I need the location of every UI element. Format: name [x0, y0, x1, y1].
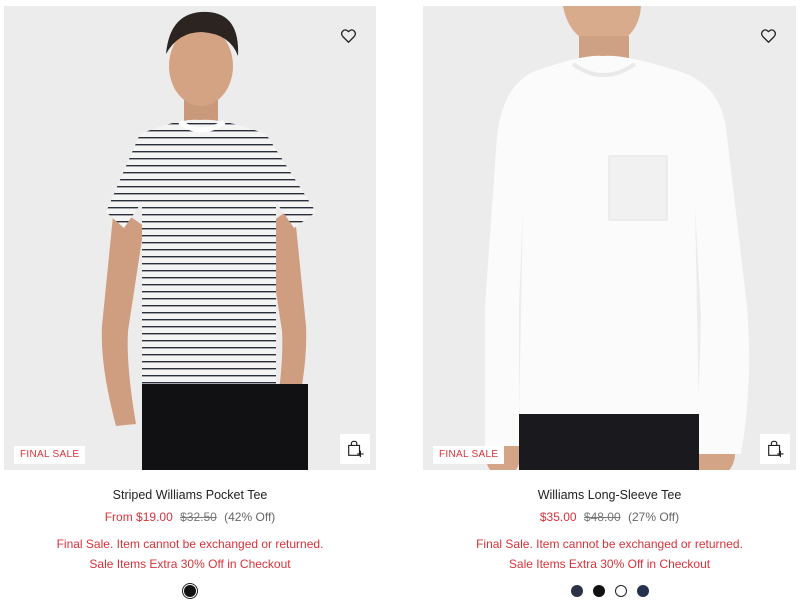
color-swatch[interactable] — [592, 585, 605, 597]
discount-percent: (27% Off) — [627, 510, 680, 524]
color-swatches — [423, 585, 796, 597]
bag-plus-icon — [348, 440, 364, 458]
color-swatch[interactable] — [570, 585, 583, 597]
final-sale-badge: FINAL SALE — [433, 446, 505, 464]
bag-plus-icon — [768, 440, 784, 458]
final-sale-badge: FINAL SALE — [14, 446, 86, 464]
sale-price: $35.00 — [539, 510, 577, 524]
quick-add-button[interactable] — [340, 434, 370, 464]
promo-note: Sale Items Extra 30% Off in Checkout — [89, 557, 291, 571]
color-swatch[interactable] — [184, 585, 196, 597]
final-sale-note: Final Sale. Item cannot be exchanged or … — [476, 537, 743, 551]
price-row: From $19.00 $32.50 (42% Off) — [4, 510, 376, 525]
original-price: $32.50 — [180, 510, 217, 524]
price-row: $35.00 $48.00 (27% Off) — [423, 510, 796, 525]
final-sale-note: Final Sale. Item cannot be exchanged or … — [56, 537, 324, 551]
product-card-striped-williams-pocket-tee[interactable]: FINAL SALE Striped Williams Pocket Tee F… — [4, 0, 376, 608]
model-striped-tee-illustration — [101, 11, 316, 470]
wishlist-button[interactable] — [756, 24, 780, 48]
wishlist-button[interactable] — [336, 24, 360, 48]
product-image[interactable]: FINAL SALE — [4, 6, 376, 470]
heart-outline-icon — [340, 29, 356, 43]
color-swatches — [4, 585, 376, 597]
original-price: $48.00 — [583, 510, 621, 524]
product-image[interactable]: FINAL SALE — [423, 6, 796, 470]
promo-note: Sale Items Extra 30% Off in Checkout — [508, 557, 711, 571]
product-title[interactable]: Williams Long-Sleeve Tee — [423, 487, 796, 503]
discount-percent: (42% Off) — [224, 510, 276, 524]
heart-outline-icon — [760, 29, 776, 43]
color-swatch[interactable] — [636, 585, 649, 597]
model-long-sleeve-tee-illustration — [485, 6, 749, 470]
color-swatch[interactable] — [614, 585, 627, 597]
product-title[interactable]: Striped Williams Pocket Tee — [4, 487, 376, 503]
price-prefix: From — [104, 510, 137, 524]
sale-price: $19.00 — [136, 510, 173, 524]
quick-add-button[interactable] — [760, 434, 790, 464]
product-card-williams-long-sleeve-tee[interactable]: FINAL SALE Williams Long-Sleeve Tee $35.… — [423, 0, 796, 608]
